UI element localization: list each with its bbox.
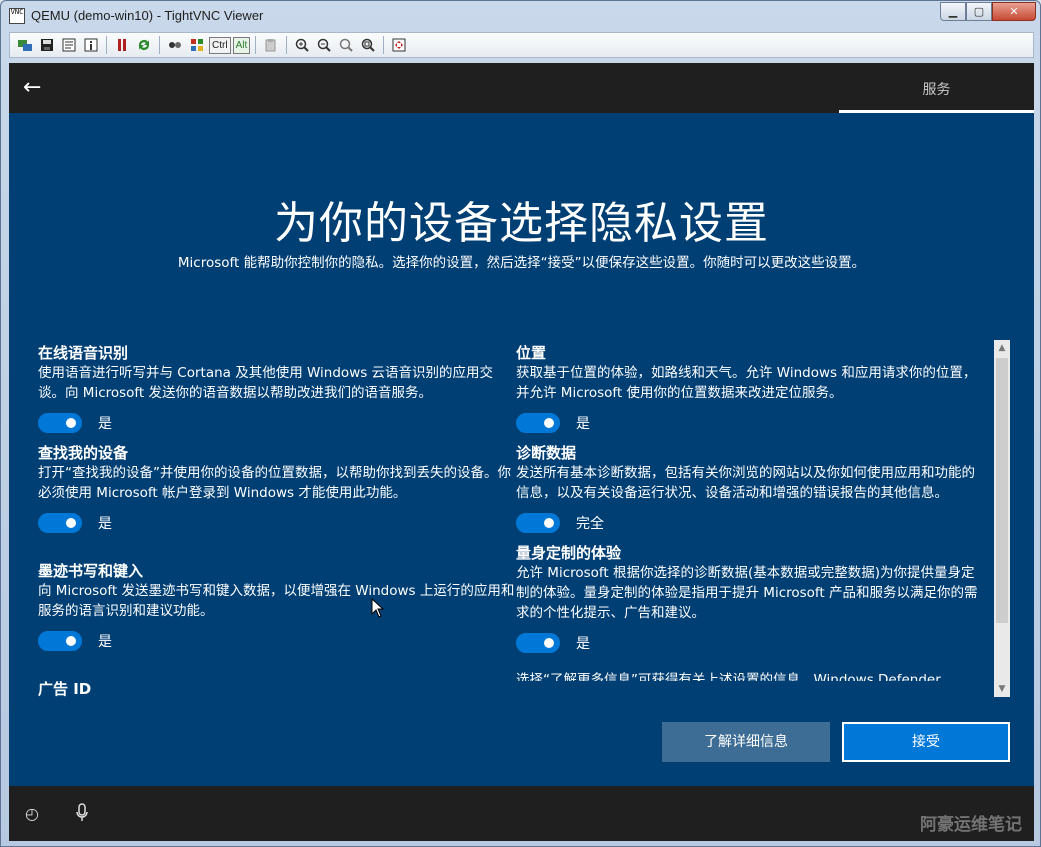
options-icon[interactable] <box>58 35 80 55</box>
ease-of-access-icon[interactable]: ◴ <box>25 804 43 823</box>
toggle-label: 完全 <box>576 516 604 532</box>
setting-title: 查找我的设备 <box>38 444 129 462</box>
settings-column-right: 位置 获取基于位置的体验，如路线和天气。允许 Windows 和应用请求你的位置… <box>516 343 988 681</box>
toggle-row: 是 <box>38 507 518 539</box>
ctrl-esc-icon[interactable] <box>186 35 208 55</box>
clipboard-icon[interactable] <box>260 35 282 55</box>
toggle-row: 是 <box>516 627 988 659</box>
mouse-cursor-icon <box>371 597 385 618</box>
setting-title: 在线语音识别 <box>38 344 129 362</box>
toggle-row: 是 <box>516 407 988 439</box>
scrollbar-thumb[interactable] <box>996 358 1008 623</box>
minimize-button[interactable]: ▁ <box>940 2 966 21</box>
tailored-experiences-toggle[interactable] <box>516 633 560 653</box>
title-bar[interactable]: VNC QEMU (demo-win10) - TightVNC Viewer … <box>1 1 1040 31</box>
toggle-knob <box>66 518 76 528</box>
toggle-label: 是 <box>98 416 112 432</box>
location-toggle[interactable] <box>516 413 560 433</box>
toolbar-separator <box>159 36 160 54</box>
tab-underline <box>839 110 1034 113</box>
oobe-bottom-bar: ◴ <box>9 786 1034 841</box>
settings-footer-text: 选择“了解更多信息”可获得有关上述设置的信息，Windows Defender <box>516 672 941 681</box>
setting-online-speech: 在线语音识别 使用语音进行听写并与 Cortana 及其他使用 Windows … <box>38 343 518 439</box>
info-icon[interactable] <box>80 35 102 55</box>
vnc-app-icon: VNC <box>9 8 25 24</box>
setting-title: 广告 ID <box>38 680 92 698</box>
pause-icon[interactable] <box>111 35 133 55</box>
back-arrow-icon[interactable]: ← <box>23 77 45 100</box>
window-title: QEMU (demo-win10) - TightVNC Viewer <box>31 8 264 23</box>
setting-inking-typing: 墨迹书写和键入 向 Microsoft 发送墨迹书写和键入数据，以便增强在 Wi… <box>38 561 518 657</box>
toggle-row: 是 <box>38 625 518 657</box>
ctrl-key-button[interactable]: Ctrl <box>209 36 231 54</box>
fullscreen-icon[interactable] <box>388 35 410 55</box>
watermark: 阿豪运维笔记 <box>920 815 1022 835</box>
vnc-viewer-window: VNC QEMU (demo-win10) - TightVNC Viewer … <box>0 0 1041 847</box>
inking-typing-toggle[interactable] <box>38 631 82 651</box>
setting-description: 允许 Microsoft 根据你选择的诊断数据(基本数据或完整数据)为你提供量身… <box>516 565 978 621</box>
toggle-row: 是 <box>38 407 518 439</box>
microphone-icon[interactable] <box>75 803 89 823</box>
toggle-label: 是 <box>576 416 590 432</box>
toolbar-separator <box>286 36 288 54</box>
window-controls: ▁ ▢ ✕ <box>940 2 1036 22</box>
setting-description: 获取基于位置的体验，如路线和天气。允许 Windows 和应用请求你的位置，并允… <box>516 365 977 401</box>
settings-scrollbar[interactable]: ▲ ▼ <box>994 340 1010 697</box>
toggle-label: 是 <box>98 516 112 532</box>
toolbar-separator <box>383 36 385 54</box>
toggle-knob <box>544 418 554 428</box>
toolbar-separator <box>255 36 257 54</box>
accept-button[interactable]: 接受 <box>842 722 1010 762</box>
remote-screen[interactable]: ← 服务 为你的设备选择隐私设置 Microsoft 能帮助你控制你的隐私。选择… <box>9 63 1034 841</box>
diagnostic-data-toggle[interactable] <box>516 513 560 533</box>
close-button[interactable]: ✕ <box>992 2 1036 21</box>
toggle-label: 是 <box>576 636 590 652</box>
setting-title: 量身定制的体验 <box>516 544 622 562</box>
toggle-knob <box>66 636 76 646</box>
setting-description: 使用语音进行听写并与 Cortana 及其他使用 Windows 云语音识别的应… <box>38 365 494 401</box>
zoom-fit-icon[interactable] <box>357 35 379 55</box>
oobe-top-bar: ← 服务 <box>9 63 1034 113</box>
setting-title: 诊断数据 <box>516 444 577 462</box>
toggle-knob <box>544 638 554 648</box>
setting-location: 位置 获取基于位置的体验，如路线和天气。允许 Windows 和应用请求你的位置… <box>516 343 988 439</box>
settings-column-left: 在线语音识别 使用语音进行听写并与 Cortana 及其他使用 Windows … <box>38 343 518 703</box>
toggle-knob <box>66 418 76 428</box>
setting-description: 向 Microsoft 发送墨迹书写和键入数据，以便增强在 Windows 上运… <box>38 583 515 619</box>
setting-description: 打开“查找我的设备”并使用你的设备的位置数据，以帮助你找到丢失的设备。你必须使用… <box>38 465 511 501</box>
learn-more-button[interactable]: 了解详细信息 <box>662 722 830 762</box>
setting-description: 发送所有基本诊断数据，包括有关你浏览的网站以及你如何使用应用和功能的信息，以及有… <box>516 465 975 501</box>
maximize-button[interactable]: ▢ <box>966 2 992 21</box>
refresh-icon[interactable] <box>133 35 155 55</box>
toggle-knob <box>544 518 554 528</box>
find-my-device-toggle[interactable] <box>38 513 82 533</box>
setting-title: 位置 <box>516 344 547 362</box>
scroll-down-arrow-icon[interactable]: ▼ <box>994 681 1010 697</box>
page-subtitle: Microsoft 能帮助你控制你的隐私。选择你的设置，然后选择“接受”以便保存… <box>177 255 866 271</box>
page-title: 为你的设备选择隐私设置 <box>274 198 769 249</box>
vnc-toolbar: Ctrl Alt <box>9 32 1034 58</box>
setting-advertising-id: 广告 ID <box>38 679 518 699</box>
setting-diagnostic-data: 诊断数据 发送所有基本诊断数据，包括有关你浏览的网站以及你如何使用应用和功能的信… <box>516 443 988 539</box>
zoom-in-icon[interactable] <box>291 35 313 55</box>
save-icon[interactable] <box>36 35 58 55</box>
alt-key-button[interactable]: Alt <box>232 36 251 54</box>
setting-title: 墨迹书写和键入 <box>38 562 144 580</box>
toggle-row: 完全 <box>516 507 988 539</box>
setting-tailored-experiences: 量身定制的体验 允许 Microsoft 根据你选择的诊断数据(基本数据或完整数… <box>516 543 988 659</box>
scroll-up-arrow-icon[interactable]: ▲ <box>994 340 1010 356</box>
setting-find-my-device: 查找我的设备 打开“查找我的设备”并使用你的设备的位置数据，以帮助你找到丢失的设… <box>38 443 518 539</box>
zoom-100-icon[interactable] <box>335 35 357 55</box>
ctrl-alt-del-icon[interactable] <box>164 35 186 55</box>
tab-services: 服务 <box>922 82 951 98</box>
zoom-out-icon[interactable] <box>313 35 335 55</box>
online-speech-toggle[interactable] <box>38 413 82 433</box>
new-connection-icon[interactable] <box>14 35 36 55</box>
toggle-label: 是 <box>98 634 112 650</box>
toolbar-separator <box>106 36 107 54</box>
